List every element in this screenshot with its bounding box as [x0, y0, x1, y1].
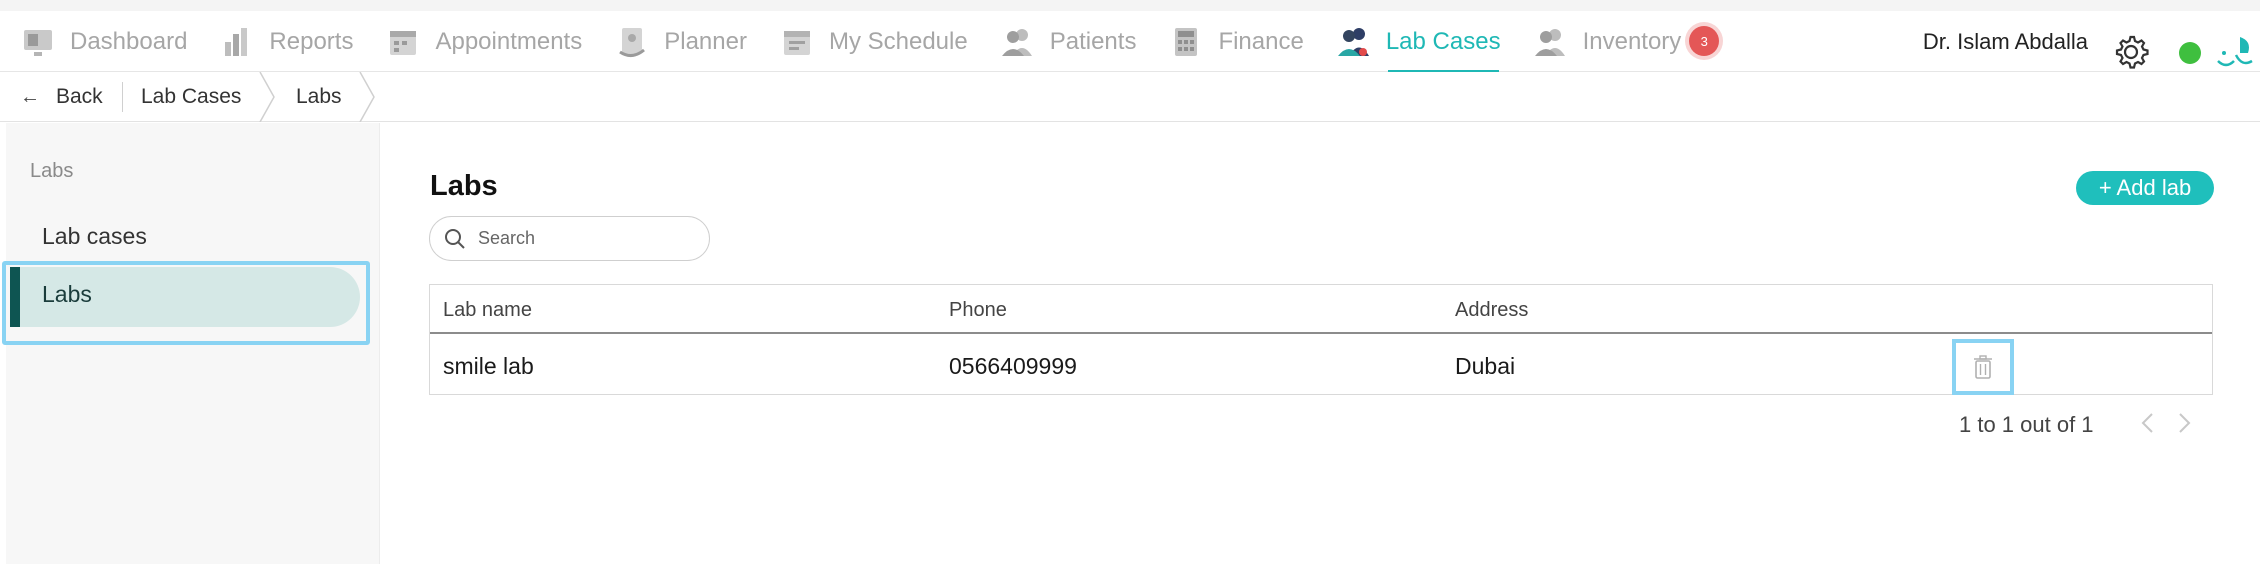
search-box — [429, 216, 710, 261]
sidebar-heading: Labs — [30, 160, 74, 182]
nav-label: Dashboard — [70, 27, 188, 55]
page-title: Labs — [430, 170, 498, 202]
column-header-lab-name[interactable]: Lab name — [443, 299, 532, 322]
breadcrumb: ← Back Lab Cases Labs — [0, 72, 2260, 122]
chevron-right-icon — [359, 72, 375, 122]
reports-icon — [225, 27, 248, 56]
chevron-left-icon[interactable] — [2137, 410, 2159, 436]
search-input[interactable] — [478, 228, 698, 249]
add-lab-button[interactable]: + Add lab — [2076, 171, 2214, 205]
lab-cases-icon — [1337, 27, 1369, 56]
trash-icon — [1974, 355, 1992, 379]
nav-label: My Schedule — [828, 27, 968, 55]
sidebar-item-lab-cases[interactable]: Lab cases — [42, 223, 147, 250]
search-icon — [445, 228, 465, 249]
planner-icon — [619, 27, 646, 57]
nav-appointments[interactable]: Appointments — [383, 11, 600, 72]
breadcrumb-item-labs[interactable]: Labs — [296, 72, 342, 122]
user-name[interactable]: Dr. Islam Abdalla — [1923, 11, 2088, 72]
nav-label: Reports — [269, 27, 354, 55]
column-header-address[interactable]: Address — [1455, 299, 1528, 322]
nav-reports[interactable]: Reports — [217, 11, 371, 72]
nav-label: Planner — [664, 27, 747, 55]
nav-my-schedule[interactable]: My Schedule — [777, 11, 986, 72]
sidebar: Labs Lab cases Labs — [2, 123, 380, 564]
arrow-left-icon: ← — [20, 85, 40, 108]
nav-dashboard[interactable]: Dashboard — [18, 11, 205, 72]
sidebar-item-label: Labs — [42, 281, 92, 307]
nav-label: Lab Cases — [1385, 27, 1501, 55]
chevron-right-icon[interactable] — [2173, 410, 2195, 436]
schedule-icon — [783, 30, 810, 55]
patients-icon — [1001, 28, 1032, 56]
breadcrumb-item-lab-cases[interactable]: Lab Cases — [141, 72, 241, 122]
cell-address: Dubai — [1455, 353, 1516, 379]
nav-inventory[interactable]: Inventory 3 — [1531, 11, 1720, 72]
inventory-icon — [1534, 28, 1565, 56]
breadcrumb-divider — [122, 82, 123, 112]
nav-patients[interactable]: Patients — [998, 11, 1155, 72]
chevron-right-icon — [259, 72, 275, 122]
nav-planner[interactable]: Planner — [612, 11, 765, 72]
delete-lab-button[interactable] — [1952, 339, 2014, 395]
nav-lab-cases[interactable]: Lab Cases — [1334, 11, 1519, 73]
cell-lab-name: smile lab — [443, 353, 534, 379]
column-header-phone[interactable]: Phone — [949, 299, 1007, 322]
back-button[interactable]: ← Back — [20, 72, 103, 122]
cell-phone: 0566409999 — [949, 353, 1077, 379]
nav-label: Appointments — [435, 27, 583, 55]
gear-icon[interactable] — [2112, 33, 2150, 71]
nav-label: Patients — [1049, 27, 1137, 55]
table-row[interactable]: smile lab 0566409999 Dubai — [430, 336, 2212, 394]
inventory-notification-badge: 3 — [1689, 26, 1720, 56]
pagination-summary: 1 to 1 out of 1 — [1959, 412, 2094, 437]
main-nav: Dashboard Reports Appointments Planner M… — [18, 11, 1720, 73]
sidebar-item-labs[interactable]: Labs — [2, 261, 370, 345]
clinic-logo-icon — [2217, 37, 2253, 67]
online-status-dot — [2179, 42, 2201, 64]
table-header: Lab name Phone Address — [430, 285, 2212, 334]
back-label: Back — [56, 85, 103, 108]
dashboard-icon — [24, 29, 52, 56]
labs-table: Lab name Phone Address smile lab 0566409… — [429, 284, 2213, 395]
appointments-icon — [390, 30, 417, 55]
nav-label: Finance — [1218, 27, 1304, 55]
nav-finance[interactable]: Finance — [1166, 11, 1321, 72]
finance-icon — [1175, 27, 1198, 56]
top-navigation: Dashboard Reports Appointments Planner M… — [0, 0, 2260, 73]
nav-label: Inventory — [1582, 27, 1682, 55]
